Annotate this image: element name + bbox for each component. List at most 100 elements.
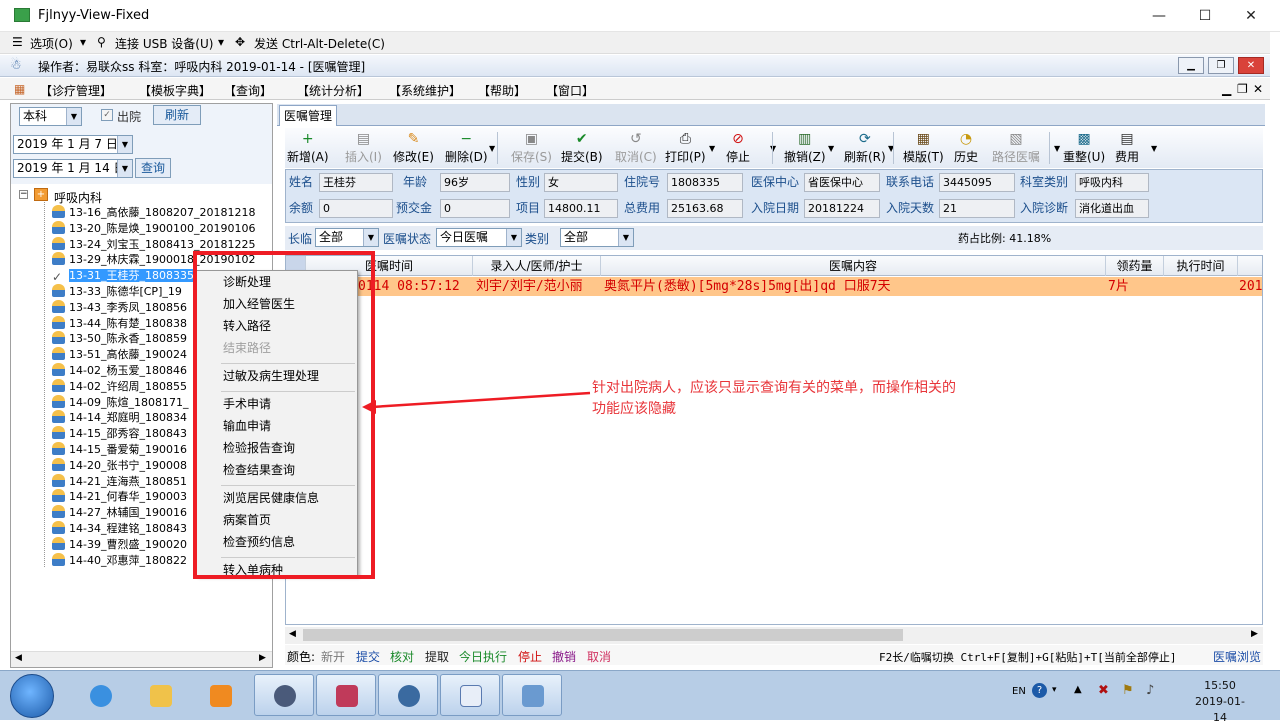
col-content[interactable]: 医嘱内容	[601, 256, 1106, 276]
patient-tree-item[interactable]: 14-39_曹烈盛_190020	[52, 536, 187, 553]
ctrl-alt-del-button[interactable]: 发送 Ctrl-Alt-Delete(C)	[254, 35, 385, 52]
volume-icon[interactable]: ♪	[1146, 683, 1154, 698]
patient-tree-item[interactable]: 14-14_郑庭明_180834	[52, 410, 187, 426]
toolbar-revoke-button[interactable]: ▥ 撤销(Z)	[784, 130, 826, 164]
chevron-down-icon[interactable]: ▼	[828, 144, 834, 153]
col-staff[interactable]: 录入人/医师/护士	[473, 256, 601, 276]
chevron-down-icon[interactable]: ▾	[1052, 685, 1057, 695]
menu-templates[interactable]: 【模板字典】	[139, 82, 211, 99]
status-select[interactable]: 今日医嘱 ▼	[436, 228, 522, 247]
taskbar-app-database[interactable]	[316, 674, 376, 716]
tree-collapse-icon[interactable]: −	[19, 190, 28, 199]
date-from-picker[interactable]: 2019 年 1 月 7 日 ▼	[13, 135, 133, 154]
type-select[interactable]: 全部 ▼	[560, 228, 634, 247]
scroll-thumb[interactable]	[303, 629, 903, 641]
menu-minimize-icon[interactable]: ▁	[1222, 82, 1231, 96]
date-to-picker[interactable]: 2019 年 1 月 14 日 ▼	[13, 159, 133, 178]
toolbar-edit-button[interactable]: ✎ 修改(E)	[393, 130, 434, 164]
patient-tree-item[interactable]: 14-21_连海燕_180851	[52, 473, 187, 490]
start-button[interactable]	[10, 674, 54, 718]
scroll-right-icon[interactable]: ▶	[259, 653, 266, 663]
toolbar-refresh-button[interactable]: ⟳ 刷新(R)	[844, 130, 886, 164]
close-button[interactable]: ✕	[1228, 0, 1274, 32]
taskbar-app-document[interactable]	[440, 674, 500, 716]
patient-tree-item[interactable]: 14-20_张书宁_190008	[52, 457, 187, 474]
patient-tree-item[interactable]: 14-40_邓惠萍_180822	[52, 552, 187, 569]
patient-tree-item[interactable]: 13-43_李秀凤_180856	[52, 299, 187, 316]
hamburger-icon[interactable]: ☰	[12, 35, 23, 49]
toolbar-delete-button[interactable]: − 删除(D)	[445, 130, 488, 164]
toolbar-template-button[interactable]: ▦ 模版(T)	[903, 130, 944, 164]
scroll-left-icon[interactable]: ◀	[289, 629, 296, 639]
patient-tree-item[interactable]: 14-02_许绍周_180855	[52, 378, 187, 395]
patient-tree-item[interactable]: 14-34_程建铭_180843	[52, 521, 187, 537]
menu-query[interactable]: 【查询】	[224, 82, 272, 99]
chevron-down-icon[interactable]: ▼	[770, 144, 776, 153]
scroll-right-icon[interactable]: ▶	[1251, 629, 1258, 639]
usb-menu[interactable]: 连接 USB 设备(U)	[115, 35, 213, 52]
menu-restore-icon[interactable]: ❐	[1237, 82, 1248, 96]
patient-tree-item[interactable]: 14-15_邵秀容_180843	[52, 426, 187, 442]
options-menu[interactable]: 选项(O)	[30, 35, 73, 52]
refresh-button[interactable]: 刷新	[153, 105, 201, 125]
patient-tree-item[interactable]: 14-27_林辅国_190016	[52, 505, 187, 521]
toolbar-undo-button[interactable]: ↺ 取消(C)	[615, 130, 657, 164]
dept-scope-select[interactable]: 本科 ▼	[19, 107, 82, 126]
toolbar-print-button[interactable]: ⎙ 打印(P)	[665, 130, 706, 164]
toolbar-insert-button[interactable]: ▤ 插入(I)	[345, 130, 382, 164]
patient-tree-item[interactable]: 14-02_杨玉爱_180846	[52, 363, 187, 379]
toolbar-reorganize-button[interactable]: ▩ 重整(U)	[1063, 130, 1105, 164]
patient-tree-item[interactable]: 13-51_高依藤_190024	[52, 347, 187, 363]
patient-tree-item[interactable]: 13-33_陈德华[CP]_19	[52, 284, 182, 300]
toolbar-save-button[interactable]: ▣ 保存(S)	[511, 130, 552, 164]
maximize-button[interactable]: ☐	[1182, 0, 1228, 32]
menu-statistics[interactable]: 【统计分析】	[297, 82, 369, 99]
menu-system[interactable]: 【系统维护】	[389, 82, 461, 99]
chevron-down-icon[interactable]: ▼	[1054, 144, 1060, 153]
tab-order-management[interactable]: 医嘱管理	[279, 105, 337, 126]
chevron-down-icon[interactable]: ▼	[117, 136, 132, 153]
patient-tree-item[interactable]: 13-20_陈是焕_1900100_20190106	[52, 220, 255, 237]
mdi-close-button[interactable]: ✕	[1238, 57, 1264, 74]
menu-window[interactable]: 【窗口】	[546, 82, 594, 99]
toolbar-stop-button[interactable]: ⊘ 停止	[726, 130, 750, 164]
chevron-down-icon[interactable]: ▼	[709, 144, 715, 153]
network-warning-icon[interactable]: ✖	[1098, 683, 1109, 698]
patient-tree-item[interactable]: ✓ 13-31_王桂芬_1808335	[52, 268, 194, 284]
toolbar-history-button[interactable]: ◔ 历史	[954, 130, 978, 164]
chevron-down-icon[interactable]: ▼	[506, 229, 521, 246]
chevron-down-icon[interactable]: ▾	[218, 35, 224, 49]
patient-tree-item[interactable]: 13-44_陈有楚_180838	[52, 315, 187, 332]
chevron-down-icon[interactable]: ▼	[66, 108, 81, 125]
col-quantity[interactable]: 领药量	[1106, 256, 1164, 276]
menu-clinic[interactable]: 【诊疗管理】	[40, 82, 112, 99]
taskbar-ie[interactable]	[70, 674, 130, 716]
scroll-left-icon[interactable]: ◀	[15, 653, 22, 663]
discharged-checkbox[interactable]: ✓	[101, 109, 113, 121]
chevron-down-icon[interactable]: ▼	[489, 144, 495, 153]
patient-tree-item[interactable]: 13-50_陈永香_180859	[52, 331, 187, 347]
patient-tree-item[interactable]: 13-16_高依藤_1808207_20181218	[52, 205, 255, 221]
help-icon[interactable]: ?	[1032, 683, 1047, 698]
taskbar-app-compass[interactable]	[254, 674, 314, 716]
order-browse-link[interactable]: 医嘱浏览	[1213, 648, 1261, 665]
toolbar-submit-button[interactable]: ✔ 提交(B)	[561, 130, 603, 164]
menu-close-icon[interactable]: ✕	[1253, 82, 1263, 96]
table-row[interactable]: 0114 08:57:12 刘宇/刘宇/范小丽 奥氮平片(悉敏)[5mg*28s…	[286, 277, 1262, 296]
chevron-down-icon[interactable]: ▾	[80, 35, 86, 49]
col-exec-time[interactable]: 执行时间	[1164, 256, 1238, 276]
toolbar-fee-button[interactable]: ▤ 费用	[1115, 130, 1139, 164]
chevron-down-icon[interactable]: ▼	[1151, 144, 1157, 153]
taskbar-media[interactable]	[190, 674, 250, 716]
tree-root-dept[interactable]: 呼吸内科	[54, 189, 102, 206]
grid-horizontal-scrollbar[interactable]: ◀ ▶	[285, 627, 1263, 644]
mdi-minimize-button[interactable]: ▁	[1178, 57, 1204, 74]
toolbar-pathway-button[interactable]: ▧ 路径医嘱	[992, 130, 1040, 164]
left-horizontal-scrollbar[interactable]: ◀ ▶	[11, 651, 272, 667]
term-select[interactable]: 全部 ▼	[315, 228, 379, 247]
taskbar-app-globe[interactable]	[378, 674, 438, 716]
patient-tree-item[interactable]: 14-09_陈煊_1808171_	[52, 394, 188, 411]
language-indicator[interactable]: EN	[1012, 686, 1026, 697]
system-clock[interactable]: 15:50 2019-01-14	[1190, 678, 1250, 726]
mdi-restore-button[interactable]: ❐	[1208, 57, 1234, 74]
